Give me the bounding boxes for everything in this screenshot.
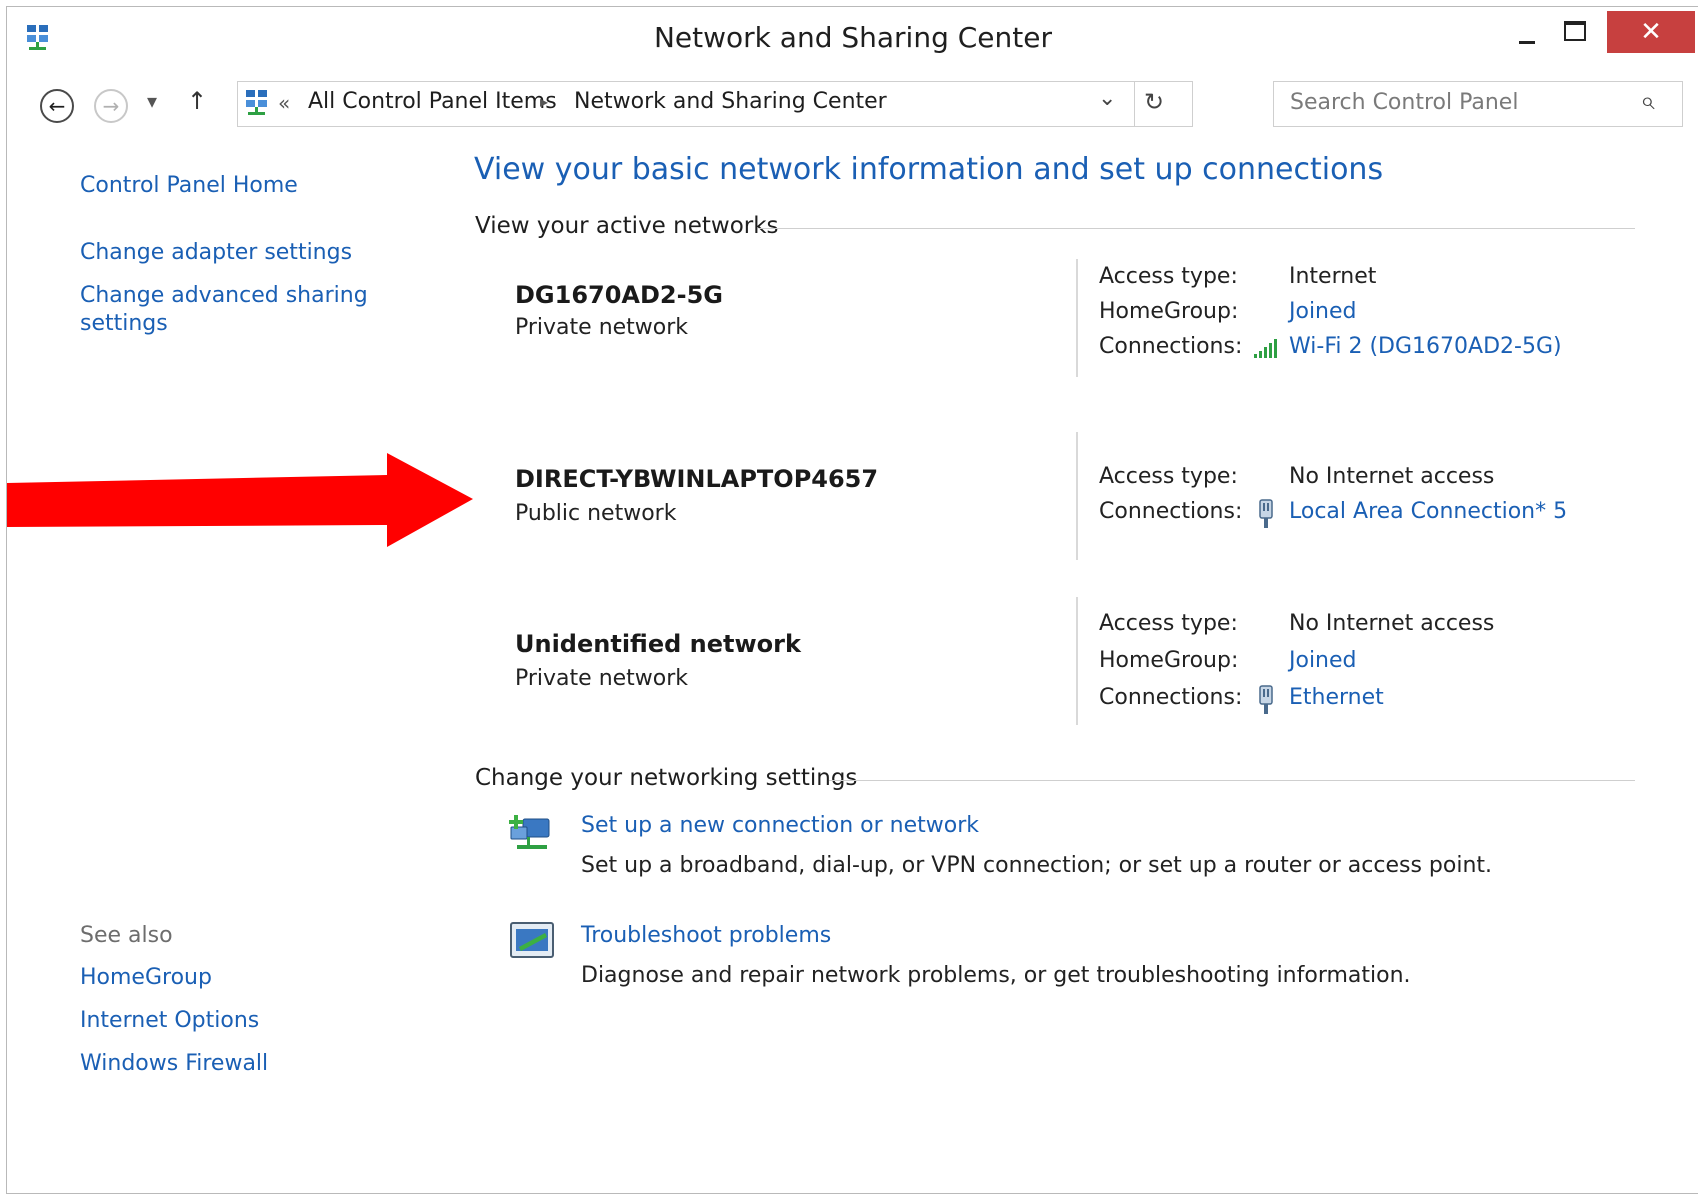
- refresh-icon[interactable]: ↻: [1144, 88, 1164, 116]
- change-settings-heading: Change your networking settings: [475, 765, 858, 791]
- homegroup-label: HomeGroup:: [1099, 648, 1239, 673]
- section-divider: [759, 228, 1635, 229]
- address-dropdown-icon[interactable]: ⌄: [1098, 86, 1116, 111]
- connections-label: Connections:: [1099, 685, 1243, 710]
- section-divider: [829, 780, 1635, 781]
- homegroup-link[interactable]: Joined: [1289, 299, 1357, 324]
- network-name: DIRECT-YBWINLAPTOP4657: [515, 465, 879, 493]
- breadcrumb-network-and-sharing-center[interactable]: Network and Sharing Center: [574, 89, 887, 114]
- see-also-homegroup[interactable]: HomeGroup: [80, 965, 212, 990]
- minimize-button[interactable]: [1519, 41, 1535, 44]
- page-title: View your basic network information and …: [474, 152, 1384, 187]
- search-icon[interactable]: ⌕: [1640, 86, 1655, 117]
- breadcrumb-chevron-icon[interactable]: ▸: [540, 92, 548, 111]
- maximize-button[interactable]: [1564, 21, 1586, 41]
- see-also-heading: See also: [80, 923, 173, 948]
- breadcrumb-all-control-panel-items[interactable]: All Control Panel Items: [308, 89, 557, 114]
- network-name: Unidentified network: [515, 630, 801, 658]
- address-bar[interactable]: « All Control Panel Items ▸ Network and …: [237, 81, 1193, 127]
- ethernet-plug-icon: [1259, 685, 1273, 714]
- troubleshoot-link[interactable]: Troubleshoot problems: [581, 923, 831, 948]
- network-divider: [1076, 432, 1078, 560]
- homegroup-link[interactable]: Joined: [1289, 648, 1357, 673]
- access-type-value: No Internet access: [1289, 611, 1495, 636]
- ethernet-plug-icon: [1259, 499, 1273, 528]
- see-also-windows-firewall[interactable]: Windows Firewall: [80, 1051, 268, 1076]
- sidebar-control-panel-home[interactable]: Control Panel Home: [80, 173, 298, 198]
- window: Network and Sharing Center ✕ ← → ▾ ↑ « A…: [6, 6, 1698, 1194]
- setup-connection-link[interactable]: Set up a new connection or network: [581, 813, 979, 838]
- close-button[interactable]: ✕: [1607, 11, 1695, 53]
- connection-link-wifi[interactable]: Wi-Fi 2 (DG1670AD2-5G): [1289, 334, 1562, 359]
- setup-connection-description: Set up a broadband, dial-up, or VPN conn…: [581, 853, 1493, 878]
- access-type-label: Access type:: [1099, 611, 1238, 636]
- search-input[interactable]: Search Control Panel: [1290, 90, 1518, 115]
- wifi-signal-icon: [1254, 339, 1277, 358]
- control-panel-icon: [246, 90, 267, 115]
- sidebar-change-advanced-sharing-line2[interactable]: settings: [80, 311, 168, 336]
- forward-button[interactable]: →: [94, 89, 128, 123]
- active-networks-heading: View your active networks: [475, 213, 779, 239]
- navigation-bar: ← → ▾ ↑ « All Control Panel Items ▸ Netw…: [7, 65, 1698, 131]
- troubleshoot-icon: [510, 922, 554, 958]
- window-title: Network and Sharing Center: [653, 21, 1052, 54]
- address-divider: [1134, 82, 1135, 126]
- network-category-link[interactable]: Public network: [515, 501, 676, 526]
- sidebar-change-advanced-sharing[interactable]: Change advanced sharing: [80, 283, 368, 308]
- access-type-label: Access type:: [1099, 264, 1238, 289]
- network-name: DG1670AD2-5G: [515, 281, 723, 309]
- connections-label: Connections:: [1099, 334, 1243, 359]
- connection-link-ethernet[interactable]: Ethernet: [1289, 685, 1384, 710]
- title-bar: Network and Sharing Center ✕: [7, 7, 1698, 65]
- troubleshoot-description: Diagnose and repair network problems, or…: [581, 963, 1411, 988]
- recent-pages-button[interactable]: ▾: [147, 89, 157, 113]
- network-category-link[interactable]: Private network: [515, 315, 688, 340]
- search-box[interactable]: Search Control Panel ⌕: [1273, 81, 1683, 127]
- back-button[interactable]: ←: [40, 89, 74, 123]
- access-type-label: Access type:: [1099, 464, 1238, 489]
- access-type-value: Internet: [1289, 264, 1377, 289]
- see-also-internet-options[interactable]: Internet Options: [80, 1008, 259, 1033]
- network-category-link[interactable]: Private network: [515, 666, 688, 691]
- network-divider: [1076, 259, 1078, 377]
- connections-label: Connections:: [1099, 499, 1243, 524]
- breadcrumb-overflow-icon[interactable]: «: [278, 91, 290, 115]
- up-button[interactable]: ↑: [187, 87, 207, 115]
- sidebar-change-adapter-settings[interactable]: Change adapter settings: [80, 240, 352, 265]
- red-arrow-annotation: [7, 453, 473, 547]
- new-connection-icon: [509, 815, 550, 849]
- access-type-value: No Internet access: [1289, 464, 1495, 489]
- homegroup-label: HomeGroup:: [1099, 299, 1239, 324]
- connection-link-local-area[interactable]: Local Area Connection* 5: [1289, 499, 1567, 524]
- network-divider: [1076, 597, 1078, 725]
